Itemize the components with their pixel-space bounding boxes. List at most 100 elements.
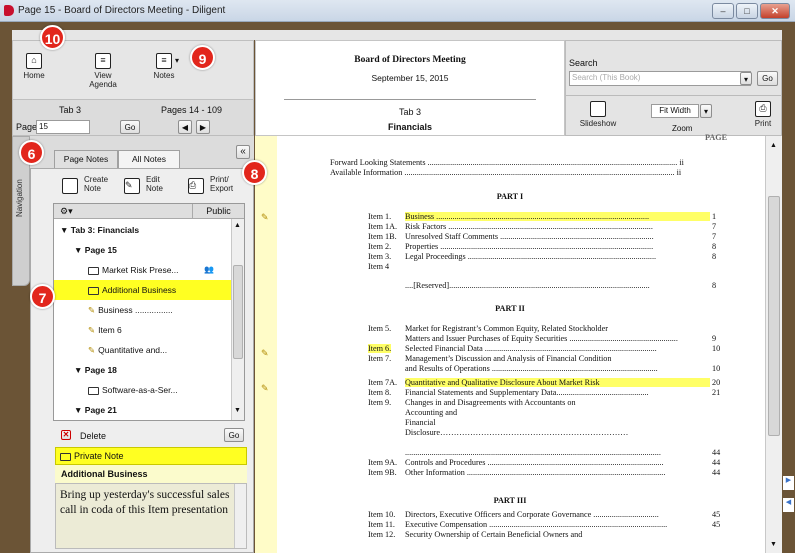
toc-item-title: Financial: [405, 418, 436, 427]
toc-item-number: Item 7.: [368, 354, 392, 363]
callout-badge: 9: [190, 45, 215, 70]
highlight-marker-icon[interactable]: ✎: [261, 212, 269, 223]
close-button[interactable]: ✕: [760, 3, 790, 19]
meeting-date: September 15, 2015: [371, 73, 449, 83]
toc-item-title: Selected Financial Data ................…: [405, 344, 657, 353]
app-logo-icon: [4, 5, 14, 16]
page-go-button[interactable]: Go: [120, 120, 140, 134]
minimize-button[interactable]: –: [712, 3, 734, 19]
scroll-up-icon[interactable]: ▲: [234, 222, 241, 229]
slideshow-icon: [590, 101, 606, 117]
toc-item-number: Item 1A.: [368, 222, 398, 231]
edit-note-icon: ✎: [124, 178, 140, 194]
toc-item-title: Business ...............................…: [405, 212, 710, 221]
toc-item-number: Item 7A.: [368, 378, 398, 387]
note-body-box[interactable]: Bring up yesterday's successful sales ca…: [55, 483, 247, 549]
search-input[interactable]: Search (This Book): [569, 71, 751, 86]
note-icon: [60, 452, 71, 461]
gear-icon[interactable]: ⚙▾: [60, 206, 73, 217]
toc-item-page: 10: [712, 364, 721, 373]
current-tab: Tab 3: [59, 105, 82, 115]
next-tab-icon[interactable]: ▶: [783, 476, 794, 490]
toc-item-title: Management’s Discussion and Analysis of …: [405, 354, 612, 363]
delete-icon[interactable]: ✕: [61, 430, 71, 440]
toc-item-number: Item 11.: [368, 520, 395, 529]
toc-item-title: ....[Reserved]..........................…: [405, 281, 650, 290]
tree-header: ⚙▾ Public: [54, 204, 244, 219]
toc-item-title: Unresolved Staff Comments ..............…: [405, 232, 654, 241]
page-column-heading: PAGE: [705, 133, 728, 142]
home-icon: ⌂: [26, 53, 42, 69]
print-button[interactable]: ⎙ Print: [750, 101, 776, 128]
toc-item-number: Item 9B.: [368, 468, 397, 477]
note-icon: [88, 286, 99, 295]
toc-item-page: 8: [712, 252, 717, 261]
notes-icon: ≡: [156, 53, 172, 69]
note-icon: [88, 386, 99, 395]
toc-item-title: Financial Statements and Supplementary D…: [405, 388, 649, 397]
slideshow-button[interactable]: Slideshow: [578, 101, 618, 128]
search-zoom-panel: Search Search (This Book) ▾ Go Slideshow…: [565, 40, 782, 136]
maximize-button[interactable]: □: [736, 3, 758, 19]
prev-tab-icon[interactable]: ◀: [783, 498, 794, 512]
toc-item-page: 44: [712, 468, 721, 477]
tree-scrollbar[interactable]: ▲ ▼: [231, 219, 244, 420]
note-body: Bring up yesterday's successful sales ca…: [60, 489, 230, 516]
window-title: Page 15 - Board of Directors Meeting - D…: [18, 5, 226, 16]
note-scrollbar[interactable]: [234, 484, 246, 548]
view-agenda-button[interactable]: ≡ View Agenda: [83, 53, 123, 89]
page-input[interactable]: 15: [36, 120, 90, 134]
search-go-button[interactable]: Go: [757, 71, 778, 86]
note-title: Additional Business: [55, 465, 247, 483]
scroll-thumb[interactable]: [768, 196, 780, 436]
toc-item-page: 20: [712, 378, 721, 387]
tab-page-notes[interactable]: Page Notes: [54, 150, 118, 168]
document-view[interactable]: PAGE Forward Looking Statements ........…: [255, 133, 765, 553]
tab-all-notes[interactable]: All Notes: [118, 150, 180, 168]
title-bar: Page 15 - Board of Directors Meeting - D…: [0, 0, 795, 22]
tree-page-row[interactable]: ▼ Page 18: [74, 360, 252, 380]
part-heading: PART I: [496, 192, 524, 201]
highlighter-icon: ✎: [88, 305, 96, 315]
collapse-panel-button[interactable]: «: [236, 145, 250, 159]
highlight-marker-icon[interactable]: ✎: [261, 383, 269, 394]
printer-icon: ⎙: [755, 101, 771, 117]
highlight-marker-icon[interactable]: ✎: [261, 348, 269, 359]
delete-button[interactable]: Delete: [80, 431, 106, 441]
home-button[interactable]: ⌂ Home: [19, 53, 49, 80]
arrow-right-icon: ▶: [199, 123, 207, 132]
tree-group-row[interactable]: ▼ Tab 3: Financials: [60, 220, 238, 240]
note-icon: [88, 266, 99, 275]
toc-item-number: Item 8.: [368, 388, 392, 397]
tree-page-row[interactable]: ▼ Page 15: [74, 240, 252, 260]
toc-item-page: 1: [712, 212, 717, 221]
arrow-left-icon: ◀: [181, 123, 189, 132]
toc-item-page: 10: [712, 344, 721, 353]
toc-item-title: Quantitative and Qualitative Disclosure …: [405, 378, 710, 387]
toc-item-title: Disclosure……………………………………………………………: [405, 428, 629, 437]
toc-item-title: Properties .............................…: [405, 242, 654, 251]
zoom-select[interactable]: Fit Width: [651, 104, 699, 118]
search-dropdown-icon[interactable]: ▾: [740, 72, 752, 85]
page-navigation: Tab 3 Pages 14 - 109 Page: 15 Go ◀ ▶: [12, 100, 254, 136]
scroll-up-icon[interactable]: ▲: [770, 142, 777, 149]
toc-item-page: 8: [712, 242, 717, 251]
scroll-down-icon[interactable]: ▼: [234, 407, 241, 414]
tree-page-row[interactable]: ▼ Page 21: [74, 400, 252, 420]
zoom-dropdown-icon[interactable]: ▾: [700, 104, 712, 118]
scroll-thumb[interactable]: [233, 265, 243, 359]
callout-badge: 6: [19, 140, 44, 165]
toc-item-title: ........................................…: [405, 448, 661, 457]
scroll-down-icon[interactable]: ▼: [770, 541, 777, 548]
notes-dropdown-icon[interactable]: ▾: [175, 56, 179, 65]
next-page-button[interactable]: ▶: [196, 120, 210, 134]
prev-page-button[interactable]: ◀: [178, 120, 192, 134]
toc-item-page: 44: [712, 458, 721, 467]
toc-item-title: Matters and Issuer Purchases of Equity S…: [405, 334, 678, 343]
toc-item-title: Controls and Procedures ................…: [405, 458, 664, 467]
note-go-button[interactable]: Go: [224, 428, 244, 442]
document-scrollbar[interactable]: ▲ ▼: [765, 136, 782, 553]
tree-note-row-selected[interactable]: Additional Business: [54, 280, 232, 300]
toc-item-page: 44: [712, 448, 721, 457]
zoom-label: Zoom: [672, 124, 693, 133]
